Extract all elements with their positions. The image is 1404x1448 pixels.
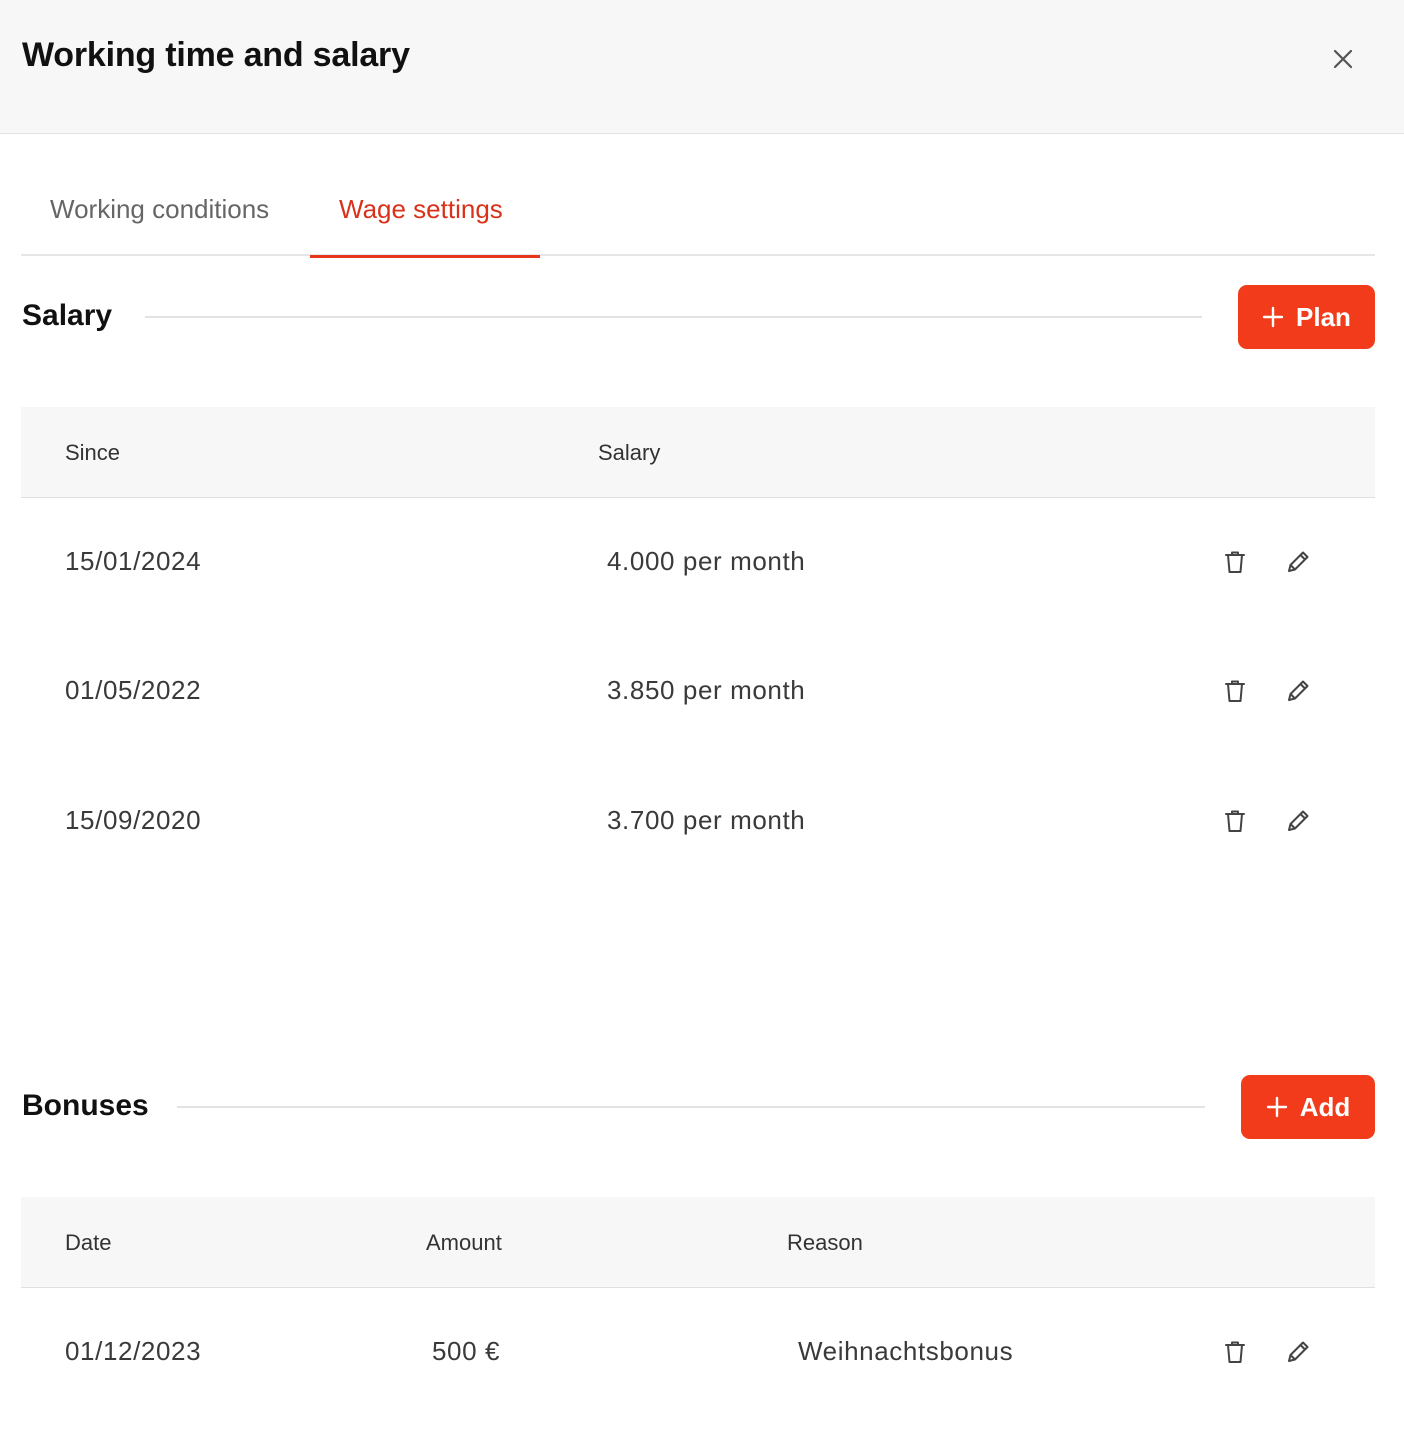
close-icon	[1333, 49, 1353, 69]
plus-icon	[1266, 1096, 1287, 1118]
pencil-icon	[1288, 551, 1309, 572]
trash-icon	[1225, 680, 1245, 702]
edit-button[interactable]	[1283, 547, 1313, 577]
salary-amount: 3.850 per month	[607, 675, 806, 705]
salary-section-title: Salary	[22, 299, 113, 332]
table-row: 15/09/2020 3.700 per month	[21, 757, 1375, 887]
add-button-label: Add	[1299, 1091, 1351, 1122]
pencil-icon	[1288, 810, 1309, 831]
trash-icon	[1225, 551, 1245, 573]
bonuses-table-header: Date Amount Reason	[21, 1197, 1375, 1288]
edit-button[interactable]	[1283, 806, 1313, 836]
delete-button[interactable]	[1220, 1337, 1250, 1367]
column-header-salary: Salary	[598, 440, 661, 465]
delete-button[interactable]	[1220, 676, 1250, 706]
salary-amount: 4.000 per month	[607, 546, 806, 576]
tab-label: Working conditions	[50, 194, 270, 224]
add-bonus-button[interactable]: Add	[1241, 1075, 1375, 1139]
section-divider	[145, 316, 1202, 318]
bonuses-section-title: Bonuses	[22, 1089, 149, 1122]
tab-label: Wage settings	[339, 194, 503, 224]
table-row: 01/12/2023 500 € Weihnachtsbonus	[21, 1288, 1375, 1418]
plan-salary-button[interactable]: Plan	[1238, 285, 1375, 349]
plan-button-label: Plan	[1296, 301, 1351, 332]
edit-button[interactable]	[1283, 676, 1313, 706]
table-row: 15/01/2024 4.000 per month	[21, 498, 1375, 628]
column-header-since: Since	[65, 440, 121, 465]
salary-table-header: Since Salary	[21, 407, 1375, 498]
column-header-amount: Amount	[426, 1230, 502, 1255]
salary-amount: 3.700 per month	[607, 805, 806, 835]
close-button[interactable]	[1326, 42, 1360, 76]
delete-button[interactable]	[1220, 806, 1250, 836]
trash-icon	[1225, 810, 1245, 832]
salary-since: 01/05/2022	[65, 675, 202, 705]
bonus-reason: Weihnachtsbonus	[798, 1336, 1014, 1366]
bonus-date: 01/12/2023	[65, 1336, 202, 1366]
column-header-date: Date	[65, 1230, 112, 1255]
table-row: 01/05/2022 3.850 per month	[21, 627, 1375, 757]
column-header-reason: Reason	[787, 1230, 863, 1255]
tab-wage-settings[interactable]: Wage settings	[310, 170, 540, 258]
plus-icon	[1262, 306, 1284, 328]
edit-button[interactable]	[1283, 1337, 1313, 1367]
salary-since: 15/01/2024	[65, 546, 202, 576]
bonus-amount: 500 €	[432, 1336, 501, 1366]
dialog-title: Working time and salary	[22, 36, 410, 74]
delete-button[interactable]	[1220, 547, 1250, 577]
active-tab-indicator	[310, 255, 540, 258]
dialog-header: Working time and salary	[0, 0, 1404, 134]
section-divider	[177, 1106, 1205, 1108]
tab-working-conditions[interactable]: Working conditions	[21, 170, 311, 256]
pencil-icon	[1288, 680, 1309, 701]
salary-since: 15/09/2020	[65, 805, 202, 835]
tab-bar: Working conditions Wage settings	[21, 170, 1375, 258]
trash-icon	[1225, 1341, 1245, 1363]
pencil-icon	[1288, 1341, 1309, 1362]
